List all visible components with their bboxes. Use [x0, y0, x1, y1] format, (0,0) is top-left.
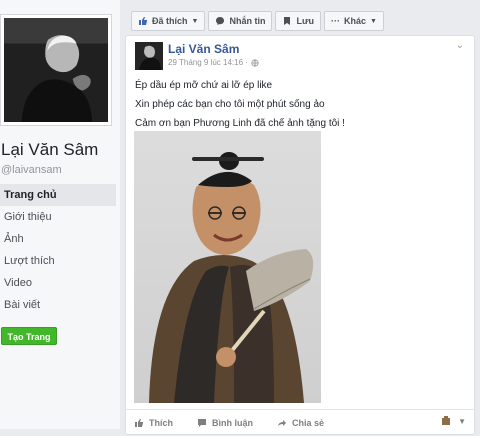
post-author-name[interactable]: Lại Văn Sâm: [168, 42, 239, 56]
save-button[interactable]: Lưu: [275, 11, 321, 31]
post-author-avatar[interactable]: [135, 42, 163, 70]
chevron-down-icon: ▼: [191, 17, 199, 25]
nav-item-photos[interactable]: Ảnh: [0, 228, 116, 250]
message-label: Nhắn tin: [229, 16, 266, 26]
more-dots-icon: ···: [330, 16, 340, 26]
liked-button[interactable]: Đã thích ▼: [131, 11, 206, 31]
message-button[interactable]: Nhắn tin: [208, 11, 273, 31]
nav-item-posts[interactable]: Bài viết: [0, 294, 116, 316]
audience-selector[interactable]: ▼: [441, 416, 466, 426]
thumbs-up-icon: [135, 419, 143, 427]
post-time-text: 29 Tháng 9 lúc 14:16 ·: [168, 58, 248, 67]
nav-item-home[interactable]: Trang chủ: [0, 184, 116, 206]
nav-item-about[interactable]: Giới thiệu: [0, 206, 116, 228]
like-label: Thích: [149, 418, 173, 428]
share-icon: [278, 420, 286, 426]
more-button[interactable]: ··· Khác ▼: [323, 11, 384, 31]
profile-photo-image: [4, 18, 108, 122]
comment-button[interactable]: Bình luận: [197, 418, 253, 428]
profile-nav: Trang chủ Giới thiệu Ảnh Lượt thích Vide…: [0, 184, 116, 316]
comment-label: Bình luận: [212, 418, 253, 428]
nav-item-videos[interactable]: Video: [0, 272, 116, 294]
profile-photo[interactable]: [0, 14, 112, 126]
post-photo-image: [134, 131, 321, 403]
share-button[interactable]: Chia sẻ: [277, 418, 324, 428]
post-timestamp[interactable]: 29 Tháng 9 lúc 14:16 ·: [168, 58, 259, 67]
nav-item-likes[interactable]: Lượt thích: [0, 250, 116, 272]
post-line-2: Xin phép các bạn cho tôi một phút sống ả…: [135, 99, 325, 110]
people-icon: [442, 416, 451, 425]
chevron-down-icon: ▼: [369, 17, 377, 25]
bookmark-icon: [284, 17, 291, 25]
post-text: Ép dầu ép mỡ chứ ai lỡ ép like Xin phép …: [135, 76, 465, 133]
page-actionbar: Đã thích ▼ Nhắn tin Lưu ··· Khác ▼: [131, 11, 387, 33]
share-label: Chia sẻ: [292, 418, 325, 428]
post-actions: Thích Bình luận Chia sẻ ▼: [126, 409, 474, 436]
messenger-icon: [216, 17, 225, 25]
post-card: Lại Văn Sâm 29 Tháng 9 lúc 14:16 · ⌄ Ép …: [125, 35, 475, 435]
chevron-down-icon[interactable]: ⌄: [456, 40, 464, 51]
globe-icon: [251, 58, 259, 67]
thumbs-up-icon: [139, 17, 147, 25]
chevron-down-icon: ▼: [458, 416, 466, 426]
create-page-button[interactable]: Tạo Trang: [1, 327, 57, 345]
comment-icon: [198, 419, 206, 427]
profile-handle[interactable]: @laivansam: [1, 164, 62, 176]
like-button[interactable]: Thích: [134, 418, 173, 428]
left-column: Lại Văn Sâm @laivansam Trang chủ Giới th…: [0, 0, 120, 429]
more-label: Khác: [343, 16, 366, 26]
liked-label: Đã thích: [152, 16, 188, 26]
save-label: Lưu: [296, 16, 314, 26]
post-line-1: Ép dầu ép mỡ chứ ai lỡ ép like: [135, 80, 273, 91]
post-photo[interactable]: [134, 131, 321, 403]
profile-name[interactable]: Lại Văn Sâm: [1, 140, 98, 160]
